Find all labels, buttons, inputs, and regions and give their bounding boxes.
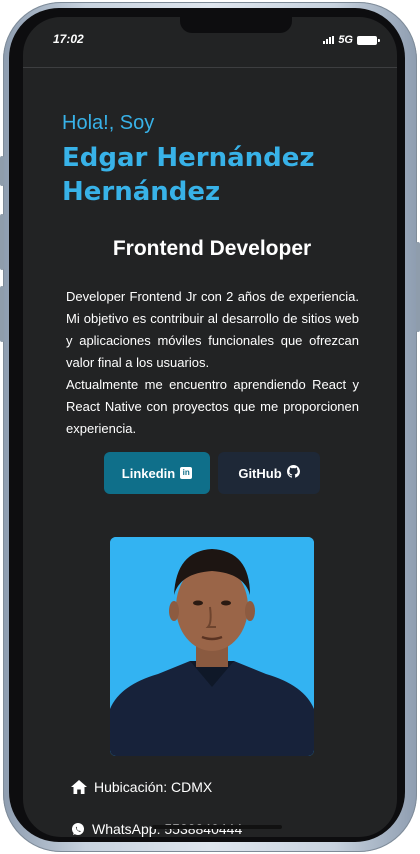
whatsapp-item[interactable]: WhatsApp: 5538840444 <box>71 821 242 837</box>
profile-photo <box>110 537 314 756</box>
status-time: 17:02 <box>53 32 84 46</box>
bio-paragraph: Developer Frontend Jr con 2 años de expe… <box>66 289 359 370</box>
whatsapp-text: WhatsApp: 5538840444 <box>92 821 243 837</box>
greeting: Hola!, Soy <box>62 112 155 134</box>
linkedin-icon: in <box>180 467 193 479</box>
bio-paragraph: Actualmente me encuentro aprendiendo Rea… <box>66 377 359 436</box>
location-text: Hubicación: CDMX <box>94 779 213 795</box>
bio: Developer Frontend Jr con 2 años de expe… <box>66 286 359 440</box>
github-button-label: GitHub <box>238 465 282 481</box>
developer-name: Edgar Hernández Hernández <box>62 143 315 207</box>
whatsapp-icon <box>72 823 84 835</box>
mute-switch <box>0 156 4 186</box>
signal-icon <box>323 36 335 44</box>
power-button <box>416 242 420 332</box>
role-title: Frontend Developer <box>112 237 312 260</box>
status-indicators: 5G <box>323 34 380 46</box>
screen: 17:02 5G Hola!, Soy Edgar Hernández Hern… <box>23 17 397 837</box>
battery-icon <box>357 35 380 45</box>
volume-up-button <box>0 214 4 270</box>
network-label: 5G <box>338 34 353 46</box>
github-button[interactable]: GitHub <box>218 452 320 494</box>
linkedin-button-label: Linkedin <box>121 465 176 481</box>
notch <box>180 17 292 33</box>
volume-down-button <box>0 286 4 342</box>
github-icon <box>286 465 300 481</box>
home-indicator <box>152 825 282 829</box>
status-divider <box>23 67 397 68</box>
linkedin-button[interactable]: Linkedin in <box>104 452 210 494</box>
home-icon <box>71 780 87 794</box>
location-item: Hubicación: CDMX <box>71 779 212 795</box>
